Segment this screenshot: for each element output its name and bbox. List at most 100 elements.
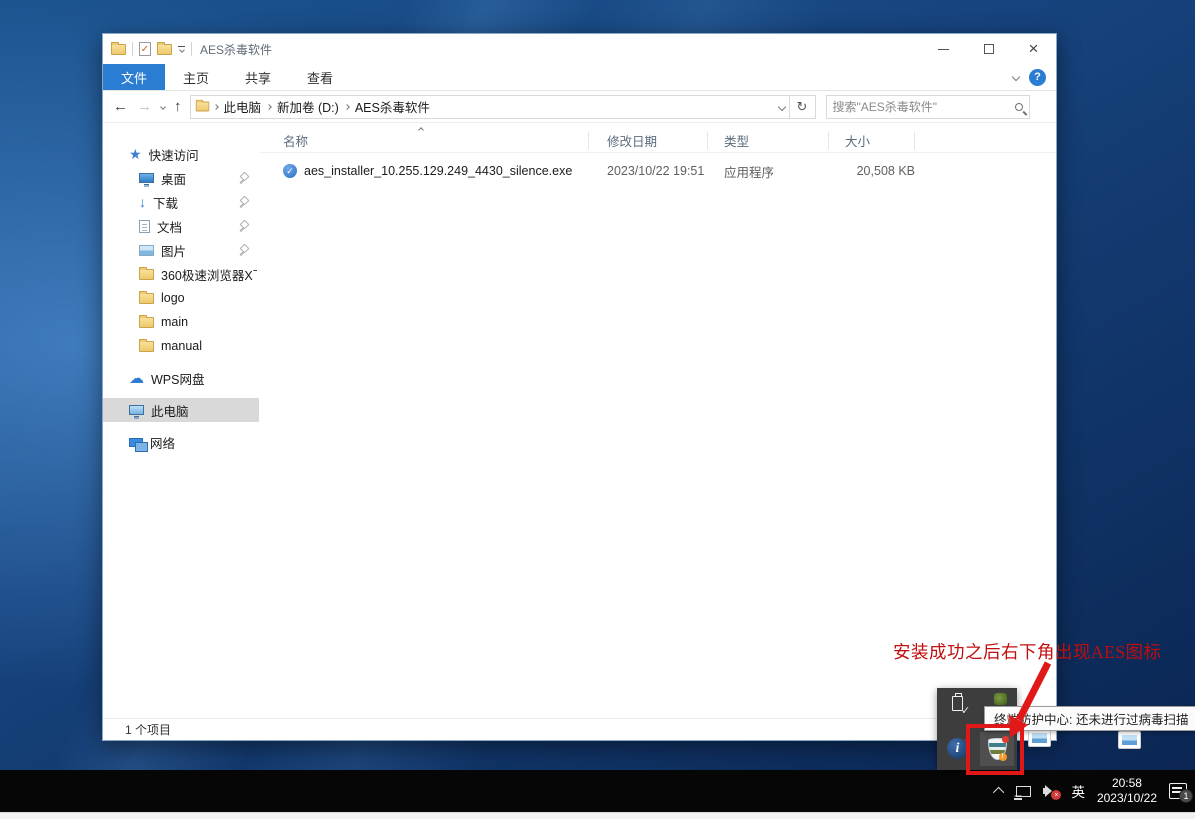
cloud-icon: ☁ xyxy=(129,371,144,386)
pin-icon xyxy=(237,244,249,256)
file-row[interactable]: ✓ aes_installer_10.255.129.249_4430_sile… xyxy=(259,159,1056,183)
status-bar: 1 个项目 xyxy=(103,718,1056,740)
network-icon xyxy=(129,438,143,447)
clock-time: 20:58 xyxy=(1097,776,1157,791)
usb-check-icon: ✓ xyxy=(961,704,970,717)
tray-expand-icon[interactable] xyxy=(993,787,1004,798)
explorer-window: ✓ AES杀毒软件 × 文件 主页 共享 查看 ? xyxy=(102,33,1057,741)
sidebar-item-desktop[interactable]: 桌面 xyxy=(103,166,259,190)
desktop-wallpaper: ✓ AES杀毒软件 × 文件 主页 共享 查看 ? xyxy=(0,0,1195,819)
pin-icon xyxy=(237,220,249,232)
pictures-icon xyxy=(139,245,154,256)
sidebar-item-this-pc[interactable]: 此电脑 xyxy=(103,398,259,422)
folder-icon xyxy=(139,269,154,280)
network-tray-icon[interactable] xyxy=(1016,786,1031,797)
download-icon: ↓ xyxy=(139,195,146,209)
help-button[interactable]: ? xyxy=(1029,69,1046,86)
tab-home[interactable]: 主页 xyxy=(165,64,227,90)
minimize-icon xyxy=(938,49,949,50)
screen-bottom-strip xyxy=(0,812,1195,819)
tab-file[interactable]: 文件 xyxy=(103,64,165,90)
search-icon[interactable] xyxy=(1015,103,1023,111)
sidebar-item-network[interactable]: 网络 xyxy=(103,430,259,454)
folder-icon xyxy=(139,317,154,328)
computer-icon xyxy=(129,405,144,415)
address-bar[interactable]: 此电脑 新加卷 (D:) AES杀毒软件 xyxy=(190,95,790,119)
file-date: 2023/10/22 19:51 xyxy=(589,164,708,178)
document-icon xyxy=(139,220,150,233)
sidebar-item-wps-cloud[interactable]: ☁ WPS网盘 xyxy=(103,366,259,390)
sort-ascending-icon xyxy=(418,127,424,133)
pin-icon xyxy=(237,196,249,208)
folder-icon xyxy=(139,293,154,304)
mute-badge: × xyxy=(1051,790,1061,800)
sidebar-item-pictures[interactable]: 图片 xyxy=(103,238,259,262)
action-center-icon[interactable]: 1 xyxy=(1169,783,1187,799)
ime-indicator[interactable]: 英 xyxy=(1071,781,1085,801)
volume-muted-icon[interactable]: × xyxy=(1043,784,1059,798)
window-title: AES杀毒软件 xyxy=(200,41,272,58)
folder-icon xyxy=(111,44,126,55)
refresh-button[interactable]: ↻ xyxy=(790,95,816,119)
star-icon: ★ xyxy=(129,147,142,161)
file-size: 20,508 KB xyxy=(829,164,915,178)
search-input[interactable] xyxy=(833,100,1015,114)
column-header-date[interactable]: 修改日期 xyxy=(589,132,708,150)
new-folder-icon[interactable] xyxy=(157,44,172,55)
up-button[interactable]: ↑ xyxy=(174,98,182,115)
file-name: aes_installer_10.255.129.249_4430_silenc… xyxy=(304,164,572,178)
folder-icon xyxy=(139,341,154,352)
quick-access-toolbar: ✓ xyxy=(103,42,192,56)
sidebar-item-main[interactable]: main xyxy=(103,310,259,334)
navigation-bar: ← → ↑ 此电脑 新加卷 (D:) AES杀毒软件 ↻ xyxy=(103,91,1056,123)
sidebar-item-quick-access[interactable]: ★ 快速访问 xyxy=(103,142,259,166)
item-count: 1 个项目 xyxy=(125,721,171,738)
breadcrumb-arrow-icon xyxy=(213,104,219,110)
clock-date: 2023/10/22 xyxy=(1097,791,1157,806)
properties-icon[interactable]: ✓ xyxy=(139,42,151,56)
column-headers: 名称 修改日期 类型 大小 xyxy=(259,129,1056,153)
breadcrumb-arrow-icon xyxy=(344,104,350,110)
file-type: 应用程序 xyxy=(708,162,829,181)
ribbon-collapse-icon[interactable] xyxy=(1012,73,1020,81)
breadcrumb-this-pc[interactable]: 此电脑 xyxy=(224,97,262,116)
maximize-button[interactable] xyxy=(966,34,1011,64)
title-bar[interactable]: ✓ AES杀毒软件 × xyxy=(103,34,1056,64)
annotation-arrow xyxy=(996,658,1058,750)
info-tray-icon[interactable]: i xyxy=(947,738,968,759)
column-header-size[interactable]: 大小 xyxy=(829,132,915,150)
search-box[interactable] xyxy=(826,95,1030,119)
recent-locations-icon[interactable] xyxy=(160,104,166,110)
breadcrumb-drive-d[interactable]: 新加卷 (D:) xyxy=(277,97,339,116)
maximize-icon xyxy=(984,44,994,54)
photo-icon xyxy=(1118,731,1141,749)
sidebar-item-manual[interactable]: manual xyxy=(103,334,259,358)
sidebar-item-360-downloads[interactable]: 360极速浏览器X下载 xyxy=(103,262,259,286)
address-dropdown-icon[interactable] xyxy=(777,102,785,110)
breadcrumb-arrow-icon xyxy=(266,104,272,110)
sidebar-item-logo[interactable]: logo xyxy=(103,286,259,310)
file-list-pane: 名称 修改日期 类型 大小 ✓ aes_installer_10.255.129… xyxy=(259,123,1056,718)
separator xyxy=(191,42,192,56)
sidebar-item-documents[interactable]: 文档 xyxy=(103,214,259,238)
customize-qat-button[interactable] xyxy=(178,46,185,52)
navigation-pane: ★ 快速访问 桌面 ↓ 下载 文档 xyxy=(103,123,259,718)
folder-icon xyxy=(195,102,209,112)
separator xyxy=(132,42,133,56)
tab-share[interactable]: 共享 xyxy=(227,64,289,90)
column-header-name[interactable]: 名称 xyxy=(259,132,589,150)
back-button[interactable]: ← xyxy=(113,98,128,115)
taskbar[interactable]: × 英 20:58 2023/10/22 1 xyxy=(0,770,1195,812)
breadcrumb-current-folder[interactable]: AES杀毒软件 xyxy=(355,97,430,116)
forward-button[interactable]: → xyxy=(137,98,152,115)
desktop-icon xyxy=(139,173,154,183)
close-button[interactable]: × xyxy=(1011,34,1056,64)
minimize-button[interactable] xyxy=(921,34,966,64)
sidebar-item-downloads[interactable]: ↓ 下载 xyxy=(103,190,259,214)
clock[interactable]: 20:58 2023/10/22 xyxy=(1097,776,1157,806)
pin-icon xyxy=(237,172,249,184)
column-header-type[interactable]: 类型 xyxy=(708,132,829,150)
notification-badge: 1 xyxy=(1179,789,1193,803)
ribbon-tabs: 文件 主页 共享 查看 ? xyxy=(103,64,1056,91)
tab-view[interactable]: 查看 xyxy=(289,64,351,90)
